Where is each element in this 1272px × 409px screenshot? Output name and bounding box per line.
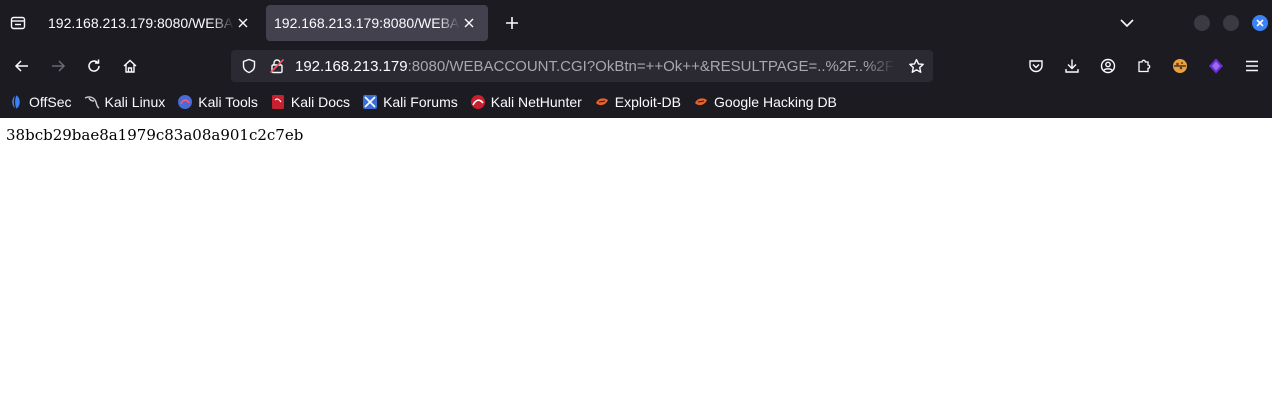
tab-close-button[interactable] [460,14,478,32]
page-content: 38bcb29bae8a1979c83a08a901c2c7eb [0,118,1272,152]
tab-strip: 192.168.213.179:8080/WEBACCOUNT.CGI?OkBt… [0,0,1272,46]
extensions-button[interactable] [1126,48,1162,84]
pocket-icon [1029,60,1043,73]
bookmark-label: Kali Linux [104,94,166,110]
downloads-button[interactable] [1054,48,1090,84]
cookie-extension-icon [1173,59,1187,73]
tab-1[interactable]: 192.168.213.179:8080/WEBACCOUNT.CGI?OkBt… [40,5,262,41]
back-button[interactable] [4,48,40,84]
bookmarks-toolbar: OffSec Kali Linux Kali Tools Kali Docs K… [0,86,1272,118]
diamond-extension-icon [1209,58,1223,74]
bookmark-kali-linux[interactable]: Kali Linux [84,94,166,110]
offsec-icon [8,94,24,110]
tab-close-button[interactable] [234,14,252,32]
app-menu-button[interactable] [1234,48,1270,84]
bookmark-kali-docs[interactable]: Kali Docs [270,94,350,110]
star-icon [908,58,924,73]
bookmark-kali-nethunter[interactable]: Kali NetHunter [470,94,582,110]
bookmark-kali-forums[interactable]: Kali Forums [362,94,458,110]
pocket-button[interactable] [1018,48,1054,84]
close-icon [1256,19,1264,27]
kali-forums-icon [362,94,378,110]
nethunter-icon [470,94,486,110]
bookmark-label: Kali NetHunter [490,94,582,110]
url-host: 192.168.213.179 [295,57,408,75]
kali-tools-icon [177,94,193,110]
firefox-view-icon [10,16,26,30]
bookmark-label: Kali Docs [290,94,351,110]
bookmark-exploit-db[interactable]: Exploit-DB [594,94,681,110]
url-bar[interactable]: 192.168.213.179:8080/WEBACCOUNT.CGI?OkBt… [231,50,933,82]
download-icon [1065,59,1079,73]
extension-wappalyzer-button[interactable] [1198,48,1234,84]
page-body-text: 38bcb29bae8a1979c83a08a901c2c7eb [6,126,304,144]
kali-dragon-icon [84,94,100,110]
arrow-right-icon [52,60,66,72]
bookmark-label: Kali Tools [198,94,258,110]
plus-icon [506,17,518,29]
extension-cookie-button[interactable] [1162,48,1198,84]
bookmark-offsec[interactable]: OffSec [8,94,72,110]
navigation-toolbar: 192.168.213.179:8080/WEBACCOUNT.CGI?OkBt… [0,46,1272,86]
browser-chrome: 192.168.213.179:8080/WEBACCOUNT.CGI?OkBt… [0,0,1272,118]
new-tab-button[interactable] [494,5,530,41]
account-button[interactable] [1090,48,1126,84]
tab-title: 192.168.213.179:8080/WEBACCOUNT.CGI?OkBt… [274,15,460,31]
url-path: :8080/WEBACCOUNT.CGI?OkBtn=++Ok++&RESULT… [407,57,895,75]
insecure-lock-icon [269,58,285,74]
home-icon [123,59,137,73]
bookmark-label: Kali Forums [383,94,458,110]
close-icon [238,18,248,28]
tab-2-active[interactable]: 192.168.213.179:8080/WEBACCOUNT.CGI?OkBt… [266,5,488,41]
hamburger-menu-icon [1246,60,1258,72]
exploitdb-icon [594,94,610,110]
shield-icon [242,58,256,74]
toolbar-right [1018,48,1270,84]
forward-button[interactable] [40,48,76,84]
arrow-left-icon [14,60,28,72]
tabstrip-controls [1112,0,1272,46]
bookmark-label: OffSec [29,94,72,110]
puzzle-icon [1138,59,1151,73]
window-close-button[interactable] [1252,15,1268,31]
bookmark-kali-tools[interactable]: Kali Tools [177,94,258,110]
bookmark-label: Google Hacking DB [713,94,837,110]
reload-icon [88,59,100,72]
reload-button[interactable] [76,48,112,84]
tab-title: 192.168.213.179:8080/WEBACCOUNT.CGI?OkBt… [48,15,234,31]
kali-docs-icon [270,94,286,110]
site-info-button[interactable] [267,56,287,76]
bookmark-label: Exploit-DB [614,94,681,110]
tracking-protection-button[interactable] [239,56,259,76]
bookmark-google-hacking-db[interactable]: Google Hacking DB [693,94,837,110]
home-button[interactable] [112,48,148,84]
list-all-tabs-button[interactable] [1112,8,1142,38]
bookmark-star-button[interactable] [905,55,927,77]
ghdb-icon [693,94,709,110]
maximize-button[interactable] [1223,15,1239,31]
account-icon [1100,58,1116,74]
minimize-button[interactable] [1194,15,1210,31]
chevron-down-icon [1120,19,1134,28]
url-text[interactable]: 192.168.213.179:8080/WEBACCOUNT.CGI?OkBt… [295,58,895,75]
close-icon [464,18,474,28]
firefox-view-button[interactable] [0,0,36,46]
